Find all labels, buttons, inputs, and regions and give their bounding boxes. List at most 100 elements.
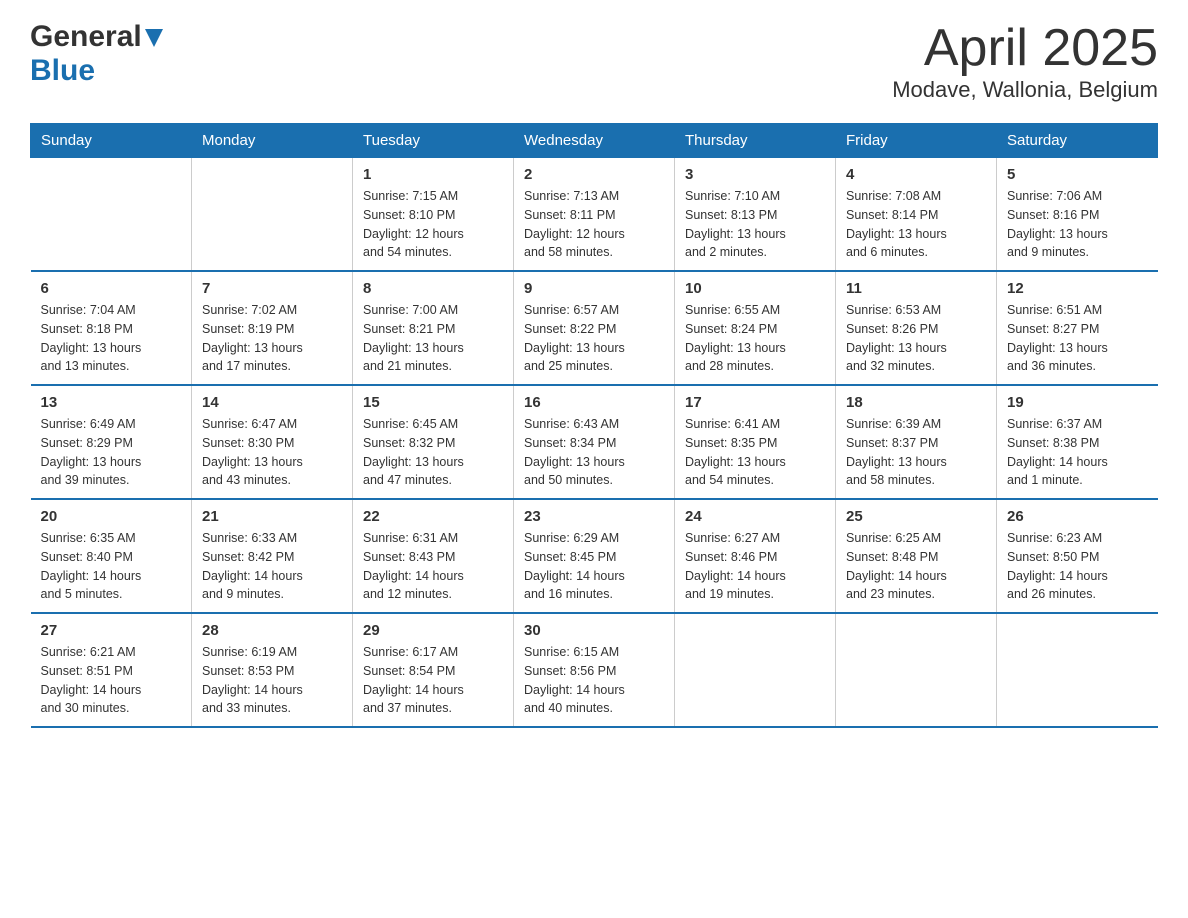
day-number: 19 xyxy=(1007,394,1148,411)
calendar-cell-w4-d4: 23 Sunrise: 6:29 AM Sunset: 8:45 PM Dayli… xyxy=(514,499,675,613)
calendar-cell-w2-d7: 12Sunrise: 6:51 AM Sunset: 8:27 PM Dayli… xyxy=(997,271,1158,385)
calendar-week-2: 6Sunrise: 7:04 AM Sunset: 8:18 PM Daylig… xyxy=(31,271,1158,385)
calendar-cell-w3-d1: 13 Sunrise: 6:49 AM Sunset: 8:29 PM Dayli… xyxy=(31,385,192,499)
day-info: Sunrise: 6:21 AM Sunset: 8:51 PM Dayligh… xyxy=(41,643,182,718)
calendar-cell-w3-d6: 18 Sunrise: 6:39 AM Sunset: 8:37 PM Dayli… xyxy=(836,385,997,499)
calendar-cell-w4-d7: 26Sunrise: 6:23 AM Sunset: 8:50 PM Dayli… xyxy=(997,499,1158,613)
calendar-cell-w5-d1: 27 Sunrise: 6:21 AM Sunset: 8:51 PM Dayli… xyxy=(31,613,192,727)
day-info: Sunrise: 6:25 AM Sunset: 8:48 PM Dayligh… xyxy=(846,529,986,604)
calendar-cell-w4-d3: 22 Sunrise: 6:31 AM Sunset: 8:43 PM Dayli… xyxy=(353,499,514,613)
day-info: Sunrise: 6:43 AM Sunset: 8:34 PM Dayligh… xyxy=(524,415,664,490)
calendar-cell-w5-d4: 30 Sunrise: 6:15 AM Sunset: 8:56 PM Dayli… xyxy=(514,613,675,727)
day-number: 22 xyxy=(363,508,503,525)
header-thursday: Thursday xyxy=(675,124,836,158)
day-number: 6 xyxy=(41,280,182,297)
day-info: Sunrise: 6:49 AM Sunset: 8:29 PM Dayligh… xyxy=(41,415,182,490)
day-number: 2 xyxy=(524,166,664,183)
day-number: 10 xyxy=(685,280,825,297)
day-number: 21 xyxy=(202,508,342,525)
day-info: Sunrise: 7:15 AM Sunset: 8:10 PM Dayligh… xyxy=(363,187,503,262)
header-saturday: Saturday xyxy=(997,124,1158,158)
calendar-cell-w5-d3: 29 Sunrise: 6:17 AM Sunset: 8:54 PM Dayli… xyxy=(353,613,514,727)
day-number: 27 xyxy=(41,622,182,639)
calendar-cell-w2-d1: 6Sunrise: 7:04 AM Sunset: 8:18 PM Daylig… xyxy=(31,271,192,385)
day-number: 8 xyxy=(363,280,503,297)
day-number: 25 xyxy=(846,508,986,525)
day-number: 7 xyxy=(202,280,342,297)
calendar-cell-w3-d3: 15 Sunrise: 6:45 AM Sunset: 8:32 PM Dayli… xyxy=(353,385,514,499)
day-number: 15 xyxy=(363,394,503,411)
day-number: 29 xyxy=(363,622,503,639)
calendar-cell-w1-d7: 5 Sunrise: 7:06 AM Sunset: 8:16 PM Daylig… xyxy=(997,158,1158,272)
day-info: Sunrise: 6:15 AM Sunset: 8:56 PM Dayligh… xyxy=(524,643,664,718)
day-info: Sunrise: 6:23 AM Sunset: 8:50 PM Dayligh… xyxy=(1007,529,1148,604)
logo-blue-text: Blue xyxy=(30,54,95,87)
day-info: Sunrise: 7:13 AM Sunset: 8:11 PM Dayligh… xyxy=(524,187,664,262)
day-number: 30 xyxy=(524,622,664,639)
day-info: Sunrise: 6:17 AM Sunset: 8:54 PM Dayligh… xyxy=(363,643,503,718)
day-info: Sunrise: 6:39 AM Sunset: 8:37 PM Dayligh… xyxy=(846,415,986,490)
day-info: Sunrise: 6:33 AM Sunset: 8:42 PM Dayligh… xyxy=(202,529,342,604)
header-wednesday: Wednesday xyxy=(514,124,675,158)
calendar-cell-w3-d2: 14Sunrise: 6:47 AM Sunset: 8:30 PM Dayli… xyxy=(192,385,353,499)
day-info: Sunrise: 6:19 AM Sunset: 8:53 PM Dayligh… xyxy=(202,643,342,718)
calendar-week-1: 1Sunrise: 7:15 AM Sunset: 8:10 PM Daylig… xyxy=(31,158,1158,272)
day-number: 28 xyxy=(202,622,342,639)
logo: General Blue xyxy=(30,20,163,88)
calendar-cell-w4-d2: 21 Sunrise: 6:33 AM Sunset: 8:42 PM Dayli… xyxy=(192,499,353,613)
day-info: Sunrise: 6:41 AM Sunset: 8:35 PM Dayligh… xyxy=(685,415,825,490)
day-number: 13 xyxy=(41,394,182,411)
day-number: 11 xyxy=(846,280,986,297)
calendar-title: April 2025 xyxy=(892,20,1158,77)
day-number: 24 xyxy=(685,508,825,525)
logo-triangle-icon xyxy=(145,29,163,52)
calendar-cell-w4-d1: 20Sunrise: 6:35 AM Sunset: 8:40 PM Dayli… xyxy=(31,499,192,613)
day-info: Sunrise: 6:31 AM Sunset: 8:43 PM Dayligh… xyxy=(363,529,503,604)
calendar-cell-w2-d4: 9Sunrise: 6:57 AM Sunset: 8:22 PM Daylig… xyxy=(514,271,675,385)
day-info: Sunrise: 6:51 AM Sunset: 8:27 PM Dayligh… xyxy=(1007,301,1148,376)
header-tuesday: Tuesday xyxy=(353,124,514,158)
day-info: Sunrise: 7:10 AM Sunset: 8:13 PM Dayligh… xyxy=(685,187,825,262)
header-monday: Monday xyxy=(192,124,353,158)
day-number: 4 xyxy=(846,166,986,183)
day-info: Sunrise: 6:37 AM Sunset: 8:38 PM Dayligh… xyxy=(1007,415,1148,490)
calendar-table: Sunday Monday Tuesday Wednesday Thursday… xyxy=(30,123,1158,728)
calendar-week-3: 13 Sunrise: 6:49 AM Sunset: 8:29 PM Dayli… xyxy=(31,385,1158,499)
calendar-cell-w5-d6 xyxy=(836,613,997,727)
calendar-week-4: 20Sunrise: 6:35 AM Sunset: 8:40 PM Dayli… xyxy=(31,499,1158,613)
calendar-cell-w5-d7 xyxy=(997,613,1158,727)
calendar-cell-w3-d5: 17 Sunrise: 6:41 AM Sunset: 8:35 PM Dayli… xyxy=(675,385,836,499)
day-number: 20 xyxy=(41,508,182,525)
day-info: Sunrise: 6:55 AM Sunset: 8:24 PM Dayligh… xyxy=(685,301,825,376)
day-number: 18 xyxy=(846,394,986,411)
day-info: Sunrise: 6:29 AM Sunset: 8:45 PM Dayligh… xyxy=(524,529,664,604)
calendar-cell-w1-d1 xyxy=(31,158,192,272)
logo-general-text: General xyxy=(30,20,142,54)
day-number: 3 xyxy=(685,166,825,183)
day-info: Sunrise: 7:00 AM Sunset: 8:21 PM Dayligh… xyxy=(363,301,503,376)
calendar-cell-w3-d4: 16 Sunrise: 6:43 AM Sunset: 8:34 PM Dayli… xyxy=(514,385,675,499)
calendar-week-5: 27 Sunrise: 6:21 AM Sunset: 8:51 PM Dayli… xyxy=(31,613,1158,727)
calendar-cell-w1-d2 xyxy=(192,158,353,272)
calendar-cell-w2-d3: 8 Sunrise: 7:00 AM Sunset: 8:21 PM Daylig… xyxy=(353,271,514,385)
day-number: 9 xyxy=(524,280,664,297)
day-info: Sunrise: 7:08 AM Sunset: 8:14 PM Dayligh… xyxy=(846,187,986,262)
day-number: 16 xyxy=(524,394,664,411)
day-info: Sunrise: 7:02 AM Sunset: 8:19 PM Dayligh… xyxy=(202,301,342,376)
header-friday: Friday xyxy=(836,124,997,158)
calendar-cell-w3-d7: 19 Sunrise: 6:37 AM Sunset: 8:38 PM Dayli… xyxy=(997,385,1158,499)
calendar-header-row: Sunday Monday Tuesday Wednesday Thursday… xyxy=(31,124,1158,158)
calendar-cell-w2-d2: 7 Sunrise: 7:02 AM Sunset: 8:19 PM Daylig… xyxy=(192,271,353,385)
day-info: Sunrise: 7:06 AM Sunset: 8:16 PM Dayligh… xyxy=(1007,187,1148,262)
day-number: 17 xyxy=(685,394,825,411)
calendar-cell-w1-d5: 3 Sunrise: 7:10 AM Sunset: 8:13 PM Daylig… xyxy=(675,158,836,272)
day-info: Sunrise: 6:45 AM Sunset: 8:32 PM Dayligh… xyxy=(363,415,503,490)
page-header: General Blue April 2025 Modave, Wallonia… xyxy=(30,20,1158,103)
day-info: Sunrise: 6:53 AM Sunset: 8:26 PM Dayligh… xyxy=(846,301,986,376)
calendar-cell-w5-d5 xyxy=(675,613,836,727)
day-info: Sunrise: 6:47 AM Sunset: 8:30 PM Dayligh… xyxy=(202,415,342,490)
day-number: 23 xyxy=(524,508,664,525)
calendar-cell-w2-d6: 11 Sunrise: 6:53 AM Sunset: 8:26 PM Dayli… xyxy=(836,271,997,385)
calendar-subtitle: Modave, Wallonia, Belgium xyxy=(892,77,1158,103)
day-number: 5 xyxy=(1007,166,1148,183)
